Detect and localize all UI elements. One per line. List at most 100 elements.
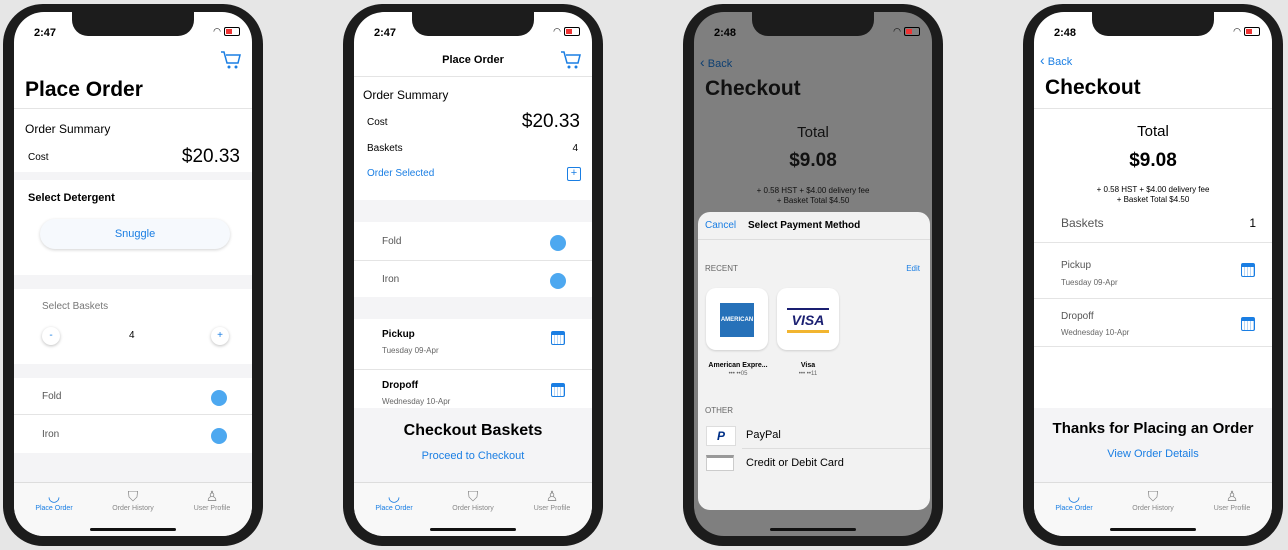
shirt-icon: ⛉ [1147,488,1159,504]
decrement-button[interactable]: - [42,327,60,345]
baskets-value: 4 [572,143,578,154]
divider [742,448,930,449]
fee-line-1: + 0.58 HST + $4.00 delivery fee [756,186,870,195]
detergent-button[interactable]: Snuggle [40,219,230,249]
status-time: 2:48 [1054,27,1077,39]
fold-toggle[interactable] [550,235,566,251]
page-title: Place Order [25,78,143,101]
status-time: 2:47 [34,27,57,39]
person-icon: ♙ [1225,488,1239,504]
home-indicator[interactable] [430,528,516,531]
recent-label: RECENT [705,264,738,273]
cancel-button[interactable]: Cancel [705,220,736,231]
tab-user-profile[interactable]: ♙ User Profile [1197,487,1267,512]
fee-line-2: + Basket Total $4.50 [776,196,850,205]
battery-icon [224,27,240,36]
total-label: Total [797,124,829,141]
notch [1092,12,1214,36]
baskets-label: Baskets [1061,216,1104,230]
calendar-icon[interactable] [1241,317,1255,331]
page-title: Checkout [705,77,801,100]
visa-number: ••• ••11 [798,371,818,377]
divider [354,76,592,77]
basket-icon: ◡ [387,488,401,504]
paypal-label: PayPal [746,429,781,441]
paypal-row[interactable]: P PayPal [698,424,930,446]
calendar-icon[interactable] [551,383,565,397]
back-button[interactable]: ‹ Back [1040,52,1072,68]
wifi-icon: ◠ [1233,26,1241,36]
divider [14,108,252,109]
section-gap [14,172,252,180]
section-gap [14,275,252,289]
section-gap [14,453,252,482]
add-icon[interactable]: + [567,167,581,181]
tab-place-order[interactable]: ◡ Place Order [1039,487,1109,512]
nav-title: Place Order [442,54,504,66]
visa-card[interactable]: VISA [777,288,839,350]
back-button[interactable]: ‹ Back [700,54,732,70]
visa-logo: VISA [787,308,829,333]
tab-label: Order History [452,505,494,512]
screen: 2:48 ◠ ‹ Back Checkout Total $9.08 + 0.5… [1034,12,1272,536]
tab-place-order[interactable]: ◡ Place Order [19,487,89,512]
notch [72,12,194,36]
tab-user-profile[interactable]: ♙ User Profile [517,487,587,512]
sheet-title: Select Payment Method [748,220,861,231]
tab-order-history[interactable]: ⛉ Order History [438,487,508,512]
calendar-icon[interactable] [551,331,565,345]
iron-toggle[interactable] [550,273,566,289]
checkout-panel [354,408,592,482]
total-label: Total [1137,123,1169,140]
fold-toggle[interactable] [211,390,227,406]
battery-icon [1244,27,1260,36]
tab-label: Place Order [375,505,413,512]
calendar-icon[interactable] [1241,263,1255,277]
credit-card-icon [706,455,734,471]
tab-label: Place Order [35,505,73,512]
phone-order-summary: 2:47 ◠ Place Order Order Summary Cost $2… [343,4,603,546]
dropoff-label: Dropoff [382,380,419,391]
paypal-icon: P [706,426,736,446]
tab-order-history[interactable]: ⛉ Order History [98,487,168,512]
tab-order-history[interactable]: ⛉ Order History [1118,487,1188,512]
battery-icon [904,27,920,36]
pickup-date: Tuesday 09-Apr [382,346,439,355]
increment-button[interactable]: + [211,327,229,345]
screen: 2:47 ◠ Place Order Order Summary Cost $2… [354,12,592,536]
baskets-label: Baskets [367,143,403,154]
checkout-title: Checkout Baskets [403,422,543,439]
divider [1034,346,1272,347]
tab-label: User Profile [533,505,571,512]
proceed-to-checkout-link[interactable]: Proceed to Checkout [354,450,592,462]
phone-checkout-complete: 2:48 ◠ ‹ Back Checkout Total $9.08 + 0.5… [1023,4,1283,546]
home-indicator[interactable] [1110,528,1196,531]
divider [354,260,592,261]
section-gap [354,200,592,222]
shirt-icon: ⛉ [127,488,139,504]
home-indicator[interactable] [770,528,856,531]
cart-icon[interactable] [220,50,242,70]
section-gap [354,297,592,319]
person-icon: ♙ [545,488,559,504]
dropoff-date: Wednesday 10-Apr [1061,328,1130,337]
status-icons: ◠ [213,26,240,37]
home-indicator[interactable] [90,528,176,531]
back-label: Back [1047,56,1073,68]
basket-icon: ◡ [1067,488,1081,504]
view-order-details-link[interactable]: View Order Details [1034,448,1272,460]
basket-icon: ◡ [47,488,61,504]
tab-user-profile[interactable]: ♙ User Profile [177,487,247,512]
status-icons: ◠ [893,26,920,37]
cart-icon[interactable] [560,50,582,70]
card-row[interactable]: Credit or Debit Card [698,452,930,474]
card-label: Credit or Debit Card [746,457,844,469]
cost-value: $20.33 [181,146,240,167]
amex-card[interactable]: AMERICAN EXPRESS [706,288,768,350]
divider [1034,298,1272,299]
tab-place-order[interactable]: ◡ Place Order [359,487,429,512]
edit-button[interactable]: Edit [906,264,920,273]
status-time: 2:47 [374,27,397,39]
order-selected-link[interactable]: Order Selected [367,168,434,179]
iron-toggle[interactable] [211,428,227,444]
